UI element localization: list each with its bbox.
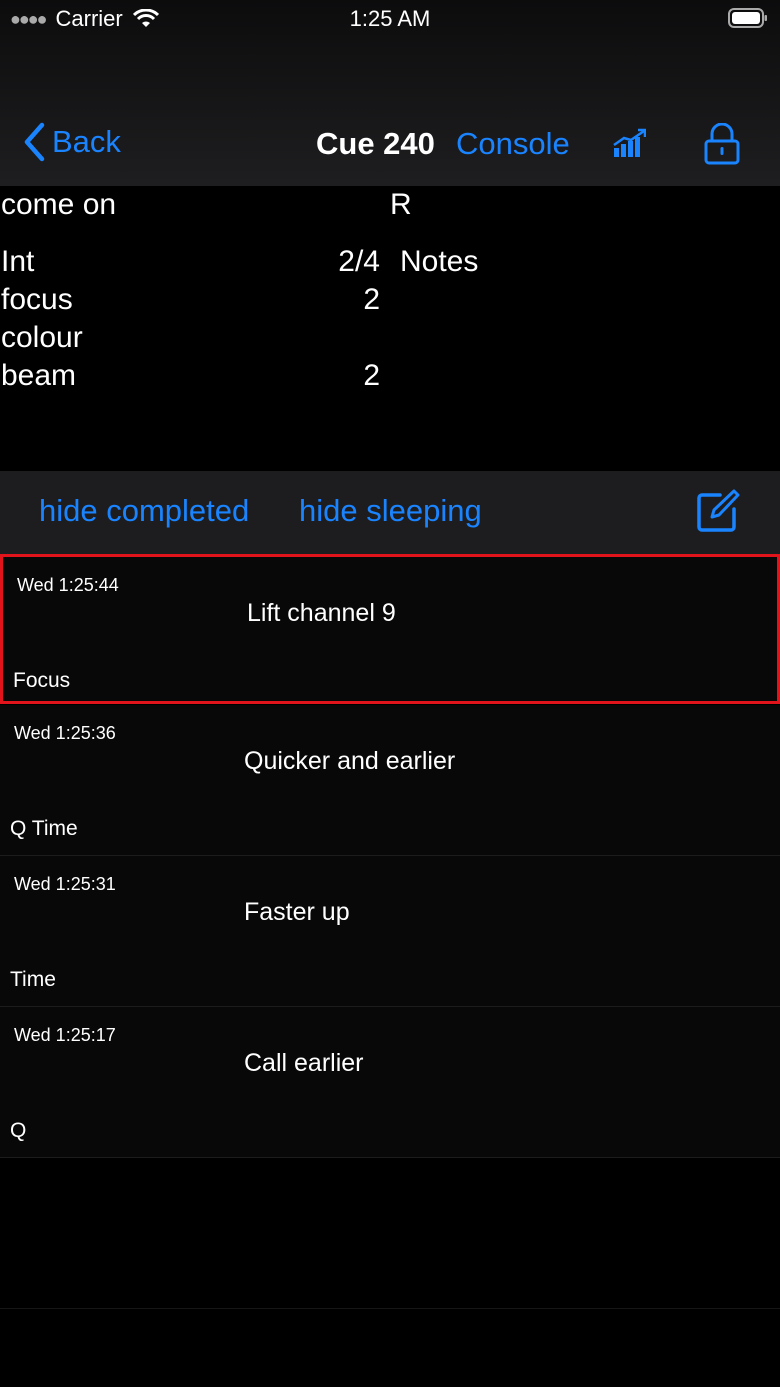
note-category: Q Time	[10, 817, 78, 840]
cue-row-value: 2/4	[338, 245, 380, 278]
back-button[interactable]: Back	[22, 122, 121, 162]
cue-row-value: 2	[363, 359, 380, 392]
hide-completed-button[interactable]: hide completed	[39, 493, 249, 529]
chevron-left-icon	[24, 122, 45, 162]
lock-icon[interactable]	[703, 123, 741, 165]
cue-row-value: 2	[363, 283, 380, 316]
bar-chart-icon[interactable]	[612, 128, 646, 158]
note-time: Wed 1:25:17	[14, 1025, 116, 1045]
navigation-bar: ●●●● Carrier 1:25 AM Back Cue 240 Consol…	[0, 0, 780, 186]
note-category: Time	[10, 968, 56, 991]
page-title: Cue 240	[316, 126, 435, 161]
console-button[interactable]: Console	[456, 126, 570, 162]
note-time: Wed 1:25:44	[17, 575, 119, 595]
notes-header: Notes	[400, 245, 479, 278]
screen: ●●●● Carrier 1:25 AM Back Cue 240 Consol…	[0, 0, 780, 1387]
note-text: Quicker and earlier	[244, 747, 456, 775]
note-row[interactable]: Wed 1:25:36 Quicker and earlier Q Time	[0, 705, 780, 856]
cue-row-name: colour	[1, 321, 83, 354]
cue-row-name: focus	[1, 283, 73, 316]
note-category: Focus	[13, 669, 71, 692]
filter-bar: hide completed hide sleeping	[0, 471, 780, 554]
empty-row	[0, 1158, 780, 1309]
cue-label: come on	[1, 188, 117, 221]
cue-tag: R	[390, 188, 412, 221]
cue-row-name: Int	[1, 245, 35, 278]
note-text: Faster up	[244, 898, 350, 926]
hide-sleeping-button[interactable]: hide sleeping	[299, 493, 482, 529]
cue-row-name: beam	[1, 359, 77, 392]
cue-info-panel: come on R Int 2/4 Notes focus 2 colour b…	[0, 186, 780, 471]
note-row[interactable]: Wed 1:25:44 Lift channel 9 Focus	[0, 554, 780, 704]
note-time: Wed 1:25:31	[14, 874, 116, 894]
note-category: Q	[10, 1119, 27, 1142]
note-row[interactable]: Wed 1:25:31 Faster up Time	[0, 856, 780, 1007]
back-label: Back	[52, 124, 121, 159]
note-row[interactable]: Wed 1:25:17 Call earlier Q	[0, 1007, 780, 1158]
note-time: Wed 1:25:36	[14, 723, 116, 743]
status-time: 1:25 AM	[349, 6, 431, 31]
compose-icon[interactable]	[696, 489, 740, 533]
note-text: Lift channel 9	[247, 599, 396, 627]
battery-icon	[728, 8, 767, 28]
note-text: Call earlier	[244, 1049, 364, 1077]
